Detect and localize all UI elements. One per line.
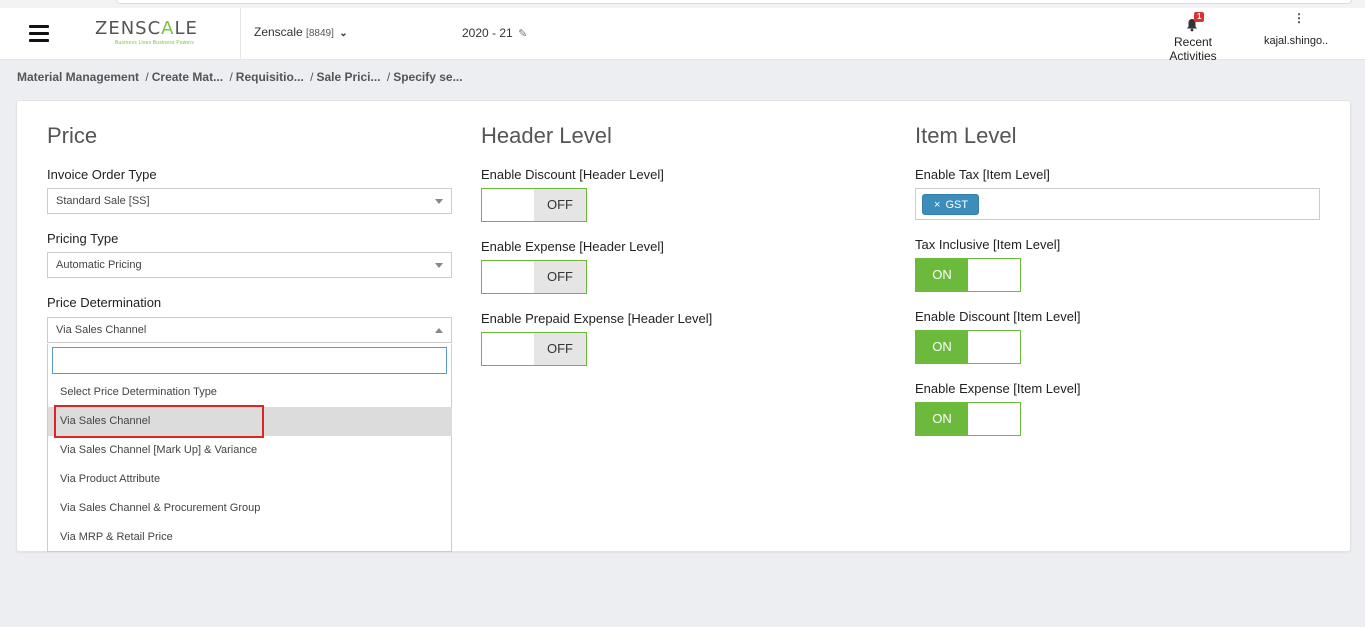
logo-tagline: Business Lives Business Powers xyxy=(115,40,195,46)
chevron-down-icon: ⌄ xyxy=(339,28,348,39)
enable-discount-header-toggle[interactable]: OFF xyxy=(481,188,587,222)
toggle-knob xyxy=(968,331,1020,363)
breadcrumb-separator: / xyxy=(310,70,314,84)
pricing-type-value: Automatic Pricing xyxy=(56,259,142,271)
toggle-state: ON xyxy=(916,403,968,435)
toggle-knob xyxy=(968,259,1020,291)
tax-inclusive-item-toggle[interactable]: ON xyxy=(915,258,1021,292)
enable-expense-item-toggle[interactable]: ON xyxy=(915,402,1021,436)
top-strip-bar xyxy=(116,0,1352,4)
dropdown-option[interactable]: Via MRP & Retail Price xyxy=(48,523,452,552)
breadcrumb-item[interactable]: Requisitio... xyxy=(236,70,304,84)
user-name: kajal.shingo.. xyxy=(1264,35,1329,47)
invoice-order-type-value: Standard Sale [SS] xyxy=(56,195,150,207)
company-code: [8849] xyxy=(306,28,334,39)
dropdown-option[interactable]: Via Product Attribute xyxy=(48,465,452,494)
header-level-title: Header Level xyxy=(481,123,612,148)
financial-year: 2020 - 21 xyxy=(462,26,513,40)
breadcrumb-item[interactable]: Specify se... xyxy=(393,70,462,84)
dropdown-search-input[interactable] xyxy=(52,347,447,374)
price-determination-value: Via Sales Channel xyxy=(56,324,147,336)
recent-activities-button[interactable]: 1 Recent Activities xyxy=(1150,12,1236,63)
breadcrumb-separator: / xyxy=(229,70,233,84)
company-selector[interactable]: Zenscale [8849] ⌄ xyxy=(254,25,348,39)
selection-highlight-box xyxy=(54,405,264,438)
caret-up-icon xyxy=(435,328,443,333)
menu-icon[interactable] xyxy=(29,25,49,43)
breadcrumb-separator: / xyxy=(145,70,149,84)
enable-discount-item-toggle[interactable]: ON xyxy=(915,330,1021,364)
enable-discount-item-label: Enable Discount [Item Level] xyxy=(915,309,1081,324)
company-name: Zenscale xyxy=(254,25,303,39)
user-menu[interactable]: ⋮ kajal.shingo.. xyxy=(1262,11,1332,54)
financial-year-selector[interactable]: 2020 - 21 ✎ xyxy=(462,26,527,40)
toggle-knob xyxy=(968,403,1020,435)
breadcrumb: Material Management / Create Mat... / Requ… xyxy=(17,70,463,84)
breadcrumb-item[interactable]: Create Mat... xyxy=(152,70,223,84)
edit-icon[interactable]: ✎ xyxy=(518,28,527,40)
item-level-title: Item Level xyxy=(915,123,1017,148)
settings-card: Price Invoice Order Type Standard Sale [… xyxy=(16,100,1351,552)
enable-expense-header-toggle[interactable]: OFF xyxy=(481,260,587,294)
caret-down-icon xyxy=(435,263,443,268)
enable-tax-item-multiselect[interactable]: × GST xyxy=(915,188,1320,220)
notification-badge: 1 xyxy=(1194,12,1205,22)
toggle-knob xyxy=(482,333,534,365)
enable-prepaid-expense-header-toggle[interactable]: OFF xyxy=(481,332,587,366)
breadcrumb-item[interactable]: Material Management xyxy=(17,70,139,84)
breadcrumb-separator: / xyxy=(386,70,391,84)
enable-discount-header-label: Enable Discount [Header Level] xyxy=(481,167,664,182)
invoice-order-type-label: Invoice Order Type xyxy=(47,167,157,182)
enable-expense-item-label: Enable Expense [Item Level] xyxy=(915,381,1081,396)
toggle-state: ON xyxy=(916,331,968,363)
toggle-state: OFF xyxy=(534,333,586,365)
pricing-type-select[interactable]: Automatic Pricing xyxy=(47,252,452,278)
caret-down-icon xyxy=(435,199,443,204)
breadcrumb-item[interactable]: Sale Prici... xyxy=(316,70,380,84)
app-header: ZENSCALE Business Lives Business Powers … xyxy=(0,8,1365,63)
dropdown-option[interactable]: Select Price Determination Type xyxy=(48,378,452,407)
toggle-state: OFF xyxy=(534,261,586,293)
dropdown-option[interactable]: Via Sales Channel [Mark Up] & Variance xyxy=(48,436,452,465)
enable-tax-item-label: Enable Tax [Item Level] xyxy=(915,167,1050,182)
pricing-type-label: Pricing Type xyxy=(47,231,119,246)
price-title: Price xyxy=(47,123,98,148)
toggle-knob xyxy=(482,261,534,293)
price-determination-label: Price Determination xyxy=(47,295,162,310)
top-strip xyxy=(0,0,1365,8)
toggle-state: OFF xyxy=(534,189,586,221)
enable-expense-header-label: Enable Expense [Header Level] xyxy=(481,239,664,254)
enable-prepaid-expense-header-label: Enable Prepaid Expense [Header Level] xyxy=(481,311,713,326)
header-divider xyxy=(240,8,241,60)
logo-text: ZENSCALE xyxy=(95,18,198,39)
remove-tag-icon[interactable]: × xyxy=(934,199,940,211)
tax-tag: × GST xyxy=(922,194,980,215)
dropdown-option[interactable]: Via Sales Channel & Procurement Group xyxy=(48,494,452,523)
toggle-knob xyxy=(482,189,534,221)
tax-inclusive-item-label: Tax Inclusive [Item Level] xyxy=(915,237,1061,252)
more-vertical-icon: ⋮ xyxy=(1293,11,1305,25)
price-determination-dropdown: Select Price Determination Type Via Sale… xyxy=(47,344,452,552)
logo: ZENSCALE Business Lives Business Powers xyxy=(95,18,210,48)
tax-tag-label: GST xyxy=(945,199,969,211)
price-determination-select[interactable]: Via Sales Channel xyxy=(47,317,452,343)
invoice-order-type-select[interactable]: Standard Sale [SS] xyxy=(47,188,452,214)
recent-activities-label: Recent Activities xyxy=(1169,35,1217,63)
toggle-state: ON xyxy=(916,259,968,291)
